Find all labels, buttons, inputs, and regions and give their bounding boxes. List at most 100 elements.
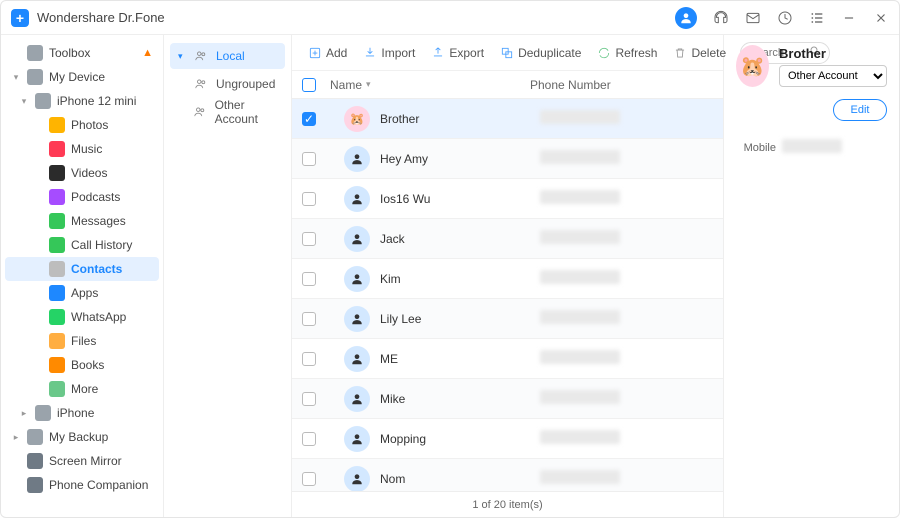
flame-icon: ▲ — [142, 47, 153, 59]
sidebar-label: Phone Companion — [49, 478, 148, 492]
contact-row[interactable]: Nom — [292, 459, 723, 491]
edit-button[interactable]: Edit — [833, 99, 887, 121]
account-item-other-account[interactable]: Other Account — [170, 99, 285, 125]
contact-row[interactable]: Ios16 Wu — [292, 179, 723, 219]
refresh-icon — [597, 46, 611, 60]
row-checkbox[interactable] — [302, 312, 316, 326]
export-button[interactable]: Export — [425, 42, 490, 64]
phone-icon — [35, 405, 51, 421]
close-button[interactable] — [873, 10, 889, 26]
sidebar-item-more[interactable]: More — [5, 377, 159, 401]
row-checkbox[interactable] — [302, 152, 316, 166]
column-phone[interactable]: Phone Number — [530, 78, 713, 92]
contact-row[interactable]: ✓🐹Brother — [292, 99, 723, 139]
row-checkbox[interactable] — [302, 232, 316, 246]
row-checkbox[interactable]: ✓ — [302, 112, 316, 126]
tablet-icon — [27, 69, 43, 85]
import-label: Import — [381, 46, 415, 60]
messages-icon — [49, 213, 65, 229]
sidebar-item-podcasts[interactable]: Podcasts — [5, 185, 159, 209]
sidebar-item-whatsapp[interactable]: WhatsApp — [5, 305, 159, 329]
sidebar-item-videos[interactable]: Videos — [5, 161, 159, 185]
minimize-button[interactable] — [841, 10, 857, 26]
phone-icon — [35, 93, 51, 109]
sidebar-item-screen-mirror[interactable]: Screen Mirror — [5, 449, 159, 473]
refresh-label: Refresh — [615, 46, 657, 60]
sidebar-item-books[interactable]: Books — [5, 353, 159, 377]
contact-avatar-icon — [344, 266, 370, 292]
contact-row[interactable]: Mike — [292, 379, 723, 419]
deduplicate-icon — [500, 46, 514, 60]
account-select[interactable]: Other Account — [779, 65, 887, 87]
sidebar-item-call-history[interactable]: Call History — [5, 233, 159, 257]
sidebar-label: More — [71, 382, 98, 396]
import-button[interactable]: Import — [357, 42, 421, 64]
row-checkbox[interactable] — [302, 432, 316, 446]
contact-name: Brother — [779, 46, 887, 61]
account-item-ungrouped[interactable]: Ungrouped — [170, 71, 285, 97]
row-checkbox[interactable] — [302, 272, 316, 286]
mobile-label: Mobile — [736, 142, 776, 154]
contact-avatar-icon — [344, 146, 370, 172]
contact-phone-cell — [540, 390, 713, 407]
sidebar-label: Books — [71, 358, 104, 372]
contact-row[interactable]: Kim — [292, 259, 723, 299]
mail-icon[interactable] — [745, 10, 761, 26]
group-icon — [194, 77, 208, 91]
add-label: Add — [326, 46, 347, 60]
account-icon[interactable] — [675, 7, 697, 29]
list-icon[interactable] — [809, 10, 825, 26]
contact-row[interactable]: Hey Amy — [292, 139, 723, 179]
sidebar-item-iphone[interactable]: ▸ iPhone — [5, 401, 159, 425]
contact-row[interactable]: ME — [292, 339, 723, 379]
account-item-local[interactable]: ▾Local — [170, 43, 285, 69]
sidebar-item-music[interactable]: Music — [5, 137, 159, 161]
select-all-checkbox[interactable] — [302, 78, 316, 92]
contact-avatar-icon — [344, 426, 370, 452]
contact-row[interactable]: Jack — [292, 219, 723, 259]
sidebar-item-my-device[interactable]: ▾My Device — [5, 65, 159, 89]
add-button[interactable]: Add — [302, 42, 353, 64]
files-icon — [49, 333, 65, 349]
contacts-content: Add Import Export Deduplicate Refresh De… — [292, 35, 724, 517]
row-checkbox[interactable] — [302, 392, 316, 406]
sidebar-item-phone-companion[interactable]: Phone Companion — [5, 473, 159, 497]
sidebar-label: iPhone — [57, 406, 94, 420]
app-logo-icon: + — [11, 9, 29, 27]
sidebar-item-files[interactable]: Files — [5, 329, 159, 353]
row-checkbox[interactable] — [302, 472, 316, 486]
sidebar-item-my-backup[interactable]: ▸My Backup — [5, 425, 159, 449]
headset-icon[interactable] — [713, 10, 729, 26]
sidebar-item-photos[interactable]: Photos — [5, 113, 159, 137]
sort-icon: ▾ — [366, 79, 371, 90]
contact-row[interactable]: Lily Lee — [292, 299, 723, 339]
more-icon — [49, 381, 65, 397]
refresh-button[interactable]: Refresh — [591, 42, 663, 64]
sidebar-label: Call History — [71, 238, 132, 252]
contact-name-cell: ME — [380, 352, 540, 366]
sidebar-item-toolbox[interactable]: Toolbox ▲ — [5, 41, 159, 65]
contact-row[interactable]: Mopping — [292, 419, 723, 459]
sidebar-label: Apps — [71, 286, 98, 300]
titlebar: + Wondershare Dr.Fone — [1, 1, 899, 35]
contacts-list: ✓🐹BrotherHey AmyIos16 WuJackKimLily Lee M… — [292, 99, 723, 491]
history-icon[interactable] — [777, 10, 793, 26]
backup-icon — [27, 429, 43, 445]
row-checkbox[interactable] — [302, 352, 316, 366]
contact-name-cell: Mike — [380, 392, 540, 406]
account-label: Other Account — [215, 98, 277, 126]
mobile-value — [782, 139, 842, 156]
apps-icon — [49, 285, 65, 301]
titlebar-icons — [675, 7, 889, 29]
caret-icon: ▾ — [11, 72, 21, 83]
column-name[interactable]: Name ▾ — [330, 78, 530, 92]
sidebar-item-messages[interactable]: Messages — [5, 209, 159, 233]
row-checkbox[interactable] — [302, 192, 316, 206]
deduplicate-button[interactable]: Deduplicate — [494, 42, 587, 64]
sidebar-item-contacts[interactable]: Contacts — [5, 257, 159, 281]
delete-button[interactable]: Delete — [667, 42, 732, 64]
sidebar-item-apps[interactable]: Apps — [5, 281, 159, 305]
sidebar-item-iphone-12-mini[interactable]: ▾iPhone 12 mini — [5, 89, 159, 113]
caret-icon: ▸ — [19, 408, 29, 419]
sidebar-label: Toolbox — [49, 46, 90, 60]
